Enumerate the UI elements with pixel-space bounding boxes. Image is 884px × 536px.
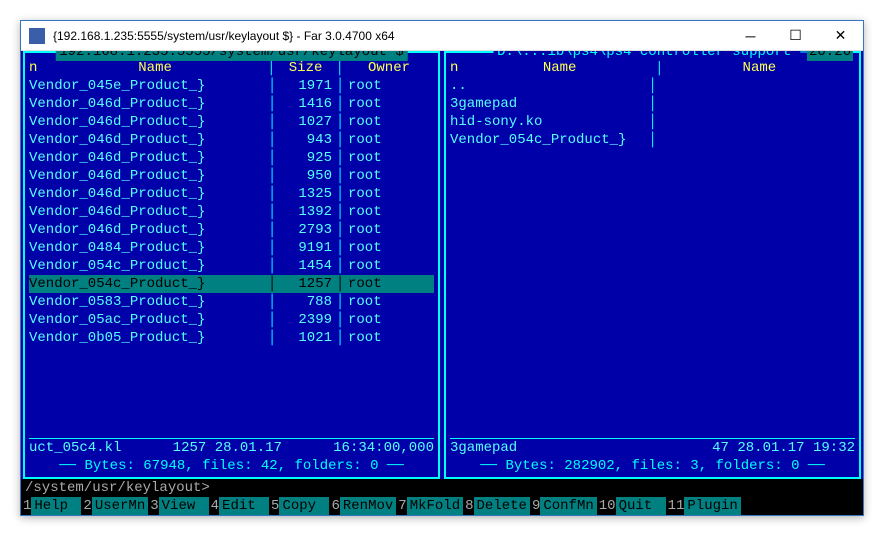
- table-row[interactable]: Vendor_045e_Product_}│1971│root: [29, 77, 434, 95]
- function-keys: 1Help2UserMn3View4Edit5Copy6RenMov7MkFol…: [21, 497, 863, 515]
- command-line[interactable]: /system/usr/keylayout>: [21, 479, 863, 497]
- table-row[interactable]: Vendor_046d_Product_}│925│root: [29, 149, 434, 167]
- left-status: uct_05c4.kl 1257 28.01.17 16:34:00,000: [29, 439, 434, 457]
- terminal: 192.168.1.235:5555/system/usr/keylayout …: [21, 51, 863, 515]
- table-row[interactable]: Vendor_046d_Product_}│1325│root: [29, 185, 434, 203]
- fkey-usermn[interactable]: 2UserMn: [81, 497, 148, 515]
- table-row[interactable]: Vendor_046d_Product_}│1027│root: [29, 113, 434, 131]
- left-headers: n Name │ Size │ Owner: [25, 59, 438, 77]
- table-row[interactable]: Vendor_046d_Product_}│950│root: [29, 167, 434, 185]
- fkey-edit[interactable]: 4Edit: [209, 497, 269, 515]
- table-row[interactable]: ..│: [450, 77, 855, 95]
- app-icon: [29, 28, 45, 44]
- right-headers: n Name │ Name: [446, 59, 859, 77]
- right-summary: ── Bytes: 282902, files: 3, folders: 0 ─…: [450, 457, 855, 475]
- table-row[interactable]: Vendor_054c_Product_}│: [450, 131, 855, 149]
- table-row[interactable]: Vendor_054c_Product_}│1454│root: [29, 257, 434, 275]
- minimize-button[interactable]: ─: [728, 21, 773, 50]
- fkey-renmov[interactable]: 6RenMov: [329, 497, 396, 515]
- fkey-confmn[interactable]: 9ConfMn: [530, 497, 597, 515]
- left-summary: ── Bytes: 67948, files: 42, folders: 0 ─…: [29, 457, 434, 475]
- left-file-list[interactable]: Vendor_045e_Product_}│1971│rootVendor_04…: [25, 77, 438, 347]
- table-row[interactable]: Vendor_0583_Product_}│788│root: [29, 293, 434, 311]
- table-row[interactable]: Vendor_0b05_Product_}│1021│root: [29, 329, 434, 347]
- left-panel-path[interactable]: 192.168.1.235:5555/system/usr/keylayout …: [55, 51, 407, 61]
- right-status: 3gamepad 47 28.01.17 19:32: [450, 439, 855, 457]
- fkey-help[interactable]: 1Help: [21, 497, 81, 515]
- fkey-view[interactable]: 3View: [148, 497, 208, 515]
- table-row[interactable]: Vendor_05ac_Product_}│2399│root: [29, 311, 434, 329]
- titlebar[interactable]: {192.168.1.235:5555/system/usr/keylayout…: [21, 21, 863, 51]
- window-title: {192.168.1.235:5555/system/usr/keylayout…: [53, 29, 728, 43]
- table-row[interactable]: Vendor_046d_Product_}│2793│root: [29, 221, 434, 239]
- maximize-button[interactable]: ☐: [773, 21, 818, 50]
- right-file-list[interactable]: ..│3gamepad│hid-sony.ko│Vendor_054c_Prod…: [446, 77, 859, 149]
- table-row[interactable]: Vendor_046d_Product_}│943│root: [29, 131, 434, 149]
- right-panel-path[interactable]: D:\...ib\ps4\ps4 controller support =: [493, 51, 812, 61]
- app-window: {192.168.1.235:5555/system/usr/keylayout…: [20, 20, 864, 516]
- fkey-copy[interactable]: 5Copy: [269, 497, 329, 515]
- fkey-mkfold[interactable]: 7MkFold: [396, 497, 463, 515]
- table-row[interactable]: Vendor_0484_Product_}│9191│root: [29, 239, 434, 257]
- fkey-quit[interactable]: 10Quit: [597, 497, 666, 515]
- left-panel[interactable]: 192.168.1.235:5555/system/usr/keylayout …: [21, 51, 442, 479]
- fkey-plugin[interactable]: 11Plugin: [666, 497, 741, 515]
- clock: 20:26: [807, 51, 853, 61]
- fkey-delete[interactable]: 8Delete: [463, 497, 530, 515]
- table-row[interactable]: Vendor_046d_Product_}│1392│root: [29, 203, 434, 221]
- table-row[interactable]: Vendor_046d_Product_}│1416│root: [29, 95, 434, 113]
- table-row[interactable]: hid-sony.ko│: [450, 113, 855, 131]
- table-row[interactable]: 3gamepad│: [450, 95, 855, 113]
- close-button[interactable]: ✕: [818, 21, 863, 50]
- table-row[interactable]: Vendor_054c_Product_}│1257│root: [29, 275, 434, 293]
- right-panel[interactable]: D:\...ib\ps4\ps4 controller support = 20…: [442, 51, 863, 479]
